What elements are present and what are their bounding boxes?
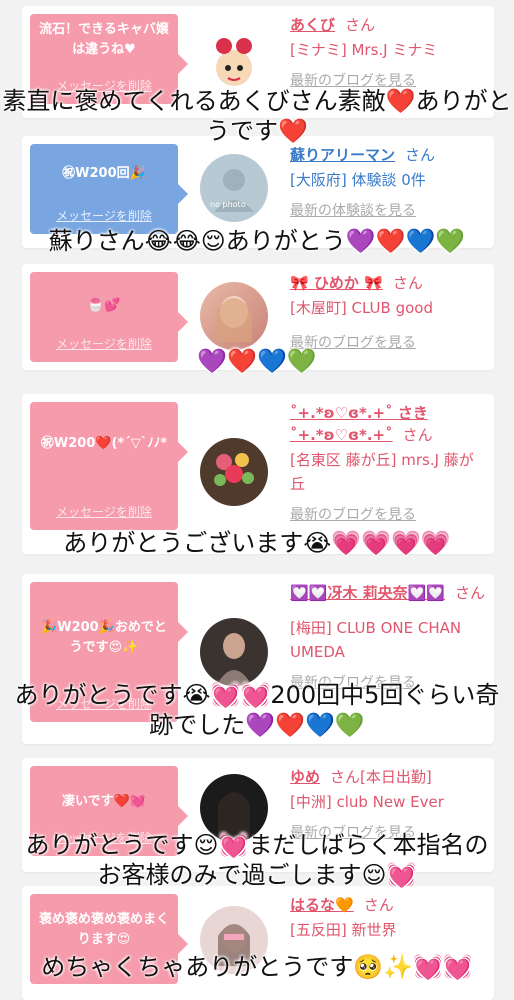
honorific: さん xyxy=(345,16,376,34)
user-info: あくび さん [ミナミ] Mrs.J ミナミ 最新のブログを見る xyxy=(290,14,486,90)
caption-overlay: 💜❤️💙💚 xyxy=(197,347,317,375)
message-bubble: 🍧💕 メッセージを削除 xyxy=(30,272,188,362)
user-info: 🎀 ひめか 🎀 さん [木屋町] CLUB good 最新のブログを見る xyxy=(290,272,486,352)
avatar[interactable] xyxy=(200,282,268,350)
caption-overlay: ありがとうです😌💓まだしばらく本指名のお客様のみで過ごします😌💓 xyxy=(25,831,489,889)
user-photo-icon xyxy=(216,296,252,342)
user-location: [大阪府] 体験談 0件 xyxy=(290,171,426,189)
caption-overlay: 蘇りさん😂😂😌ありがとう💜❤️💙💚 xyxy=(48,227,466,255)
avatar[interactable]: no photo xyxy=(200,154,268,222)
user-name-link[interactable]: 蘇りアリーマン xyxy=(290,146,395,164)
message-text: 🍧💕 xyxy=(87,298,121,313)
user-location: [名東区 藤が丘] mrs.J 藤が丘 xyxy=(290,451,474,493)
avatar[interactable] xyxy=(200,438,268,506)
user-name-link[interactable]: はるな🧡 xyxy=(290,896,354,914)
message-card: 褒め褒め褒め褒めまくります😍 はるな🧡 さん [五反田] 新世界 xyxy=(22,886,494,1000)
avatar[interactable] xyxy=(200,618,268,686)
message-text: ㊗W200回🎉 xyxy=(62,166,146,181)
honorific: さん xyxy=(392,274,423,292)
caption-overlay: 素直に褒めてくれるあくびさん素敵❤️ありがとうです❤️ xyxy=(2,87,512,145)
message-bubble: ㊗W200❤️(*´▽`ﾉﾉ* メッセージを削除 xyxy=(30,402,188,530)
caption-overlay: ありがとうです😭💓💓200回中5回ぐらい奇跡でした💜❤️💙💚 xyxy=(14,681,500,739)
user-name-link[interactable]: 🎀 ひめか 🎀 xyxy=(290,274,383,292)
latest-review-link[interactable]: 最新の体験談を見る xyxy=(290,200,486,220)
delete-message-link[interactable]: メッセージを削除 xyxy=(30,335,178,352)
delete-message-link[interactable]: メッセージを削除 xyxy=(30,503,178,520)
user-location: [ミナミ] Mrs.J ミナミ xyxy=(290,41,438,59)
no-photo-label: no photo xyxy=(210,200,246,209)
user-name-link[interactable]: あくび xyxy=(290,16,335,34)
user-location: [木屋町] CLUB good xyxy=(290,299,433,317)
honorific: さん xyxy=(363,896,394,914)
user-name-link[interactable]: ゆめ xyxy=(290,768,320,786)
delete-message-link[interactable]: メッセージを削除 xyxy=(30,207,178,224)
caption-overlay: ありがとうございます😭💗💗💗💗 xyxy=(63,529,451,557)
user-name-link[interactable]: 💟💟冴木 莉央奈💟💟 xyxy=(290,584,445,602)
user-info: 蘇りアリーマン さん [大阪府] 体験談 0件 最新の体験談を見る xyxy=(290,144,486,220)
message-text: 褒め褒め褒め褒めまくります😍 xyxy=(38,912,169,947)
honorific: さん xyxy=(402,426,433,444)
honorific: さん[本日出勤] xyxy=(330,768,432,786)
user-photo-icon xyxy=(216,633,252,686)
no-photo-icon xyxy=(214,169,254,212)
honorific: さん xyxy=(454,584,485,602)
user-location: [梅田] CLUB ONE CHAN UMEDA xyxy=(290,619,462,661)
latest-blog-link[interactable]: 最新のブログを見る xyxy=(290,504,486,524)
message-text: 流石！できるキャバ嬢は違うね♥ xyxy=(39,22,169,57)
honorific: さん xyxy=(405,146,436,164)
user-location: [五反田] 新世界 xyxy=(290,921,397,939)
user-info: はるな🧡 さん [五反田] 新世界 xyxy=(290,894,486,942)
message-text: 🎉W200🎉おめでとうです😍✨ xyxy=(41,620,167,655)
message-text: ㊗W200❤️(*´▽`ﾉﾉ* xyxy=(40,436,168,451)
flowers-photo-icon xyxy=(214,453,254,486)
user-location: [中洲] club New Ever xyxy=(290,793,444,811)
message-bubble: ㊗W200回🎉 メッセージを削除 xyxy=(30,144,188,234)
message-text: 凄いです❤️💓 xyxy=(62,794,146,809)
user-info: 💟💟冴木 莉央奈💟💟 さん [梅田] CLUB ONE CHAN UMEDA 最新… xyxy=(290,582,486,692)
caption-overlay: めちゃくちゃありがとうです🥺✨💓💓 xyxy=(41,953,473,981)
user-info: ˚+.*ʚ♡ɞ*.+˚ さき˚+.*ʚ♡ɞ*.+˚ さん [名東区 藤が丘] mr… xyxy=(290,402,486,524)
